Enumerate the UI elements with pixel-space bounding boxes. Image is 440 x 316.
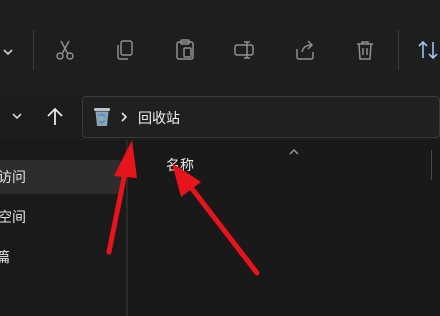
address-bar[interactable]: 回收站 [82,96,440,138]
column-resize-handle[interactable] [431,150,432,180]
share-icon[interactable] [293,38,317,62]
sidebar-item-quick-access[interactable]: 访问 [0,167,26,187]
column-header-name[interactable]: 名称 [166,155,194,175]
cut-icon[interactable] [53,38,77,62]
sort-ascending-icon [289,149,299,155]
command-bar [0,0,440,96]
breadcrumb-chevron-icon[interactable] [119,109,129,125]
toolbar-separator [398,30,399,70]
delete-icon[interactable] [353,38,377,62]
recycle-bin-icon [94,108,110,126]
paste-icon[interactable] [173,38,197,62]
breadcrumb-recycle-bin[interactable]: 回收站 [138,108,180,128]
sort-icon[interactable] [416,38,440,62]
recent-locations-chevron-icon[interactable] [4,104,30,130]
toolbar-separator [33,30,34,70]
up-arrow-icon[interactable] [42,104,68,130]
copy-icon[interactable] [113,38,137,62]
more-chevron-icon[interactable] [0,40,13,64]
sidebar-item-partial[interactable]: 篇 [0,247,10,267]
rename-icon[interactable] [233,38,257,62]
sidebar-item-space[interactable]: 空间 [0,207,26,227]
